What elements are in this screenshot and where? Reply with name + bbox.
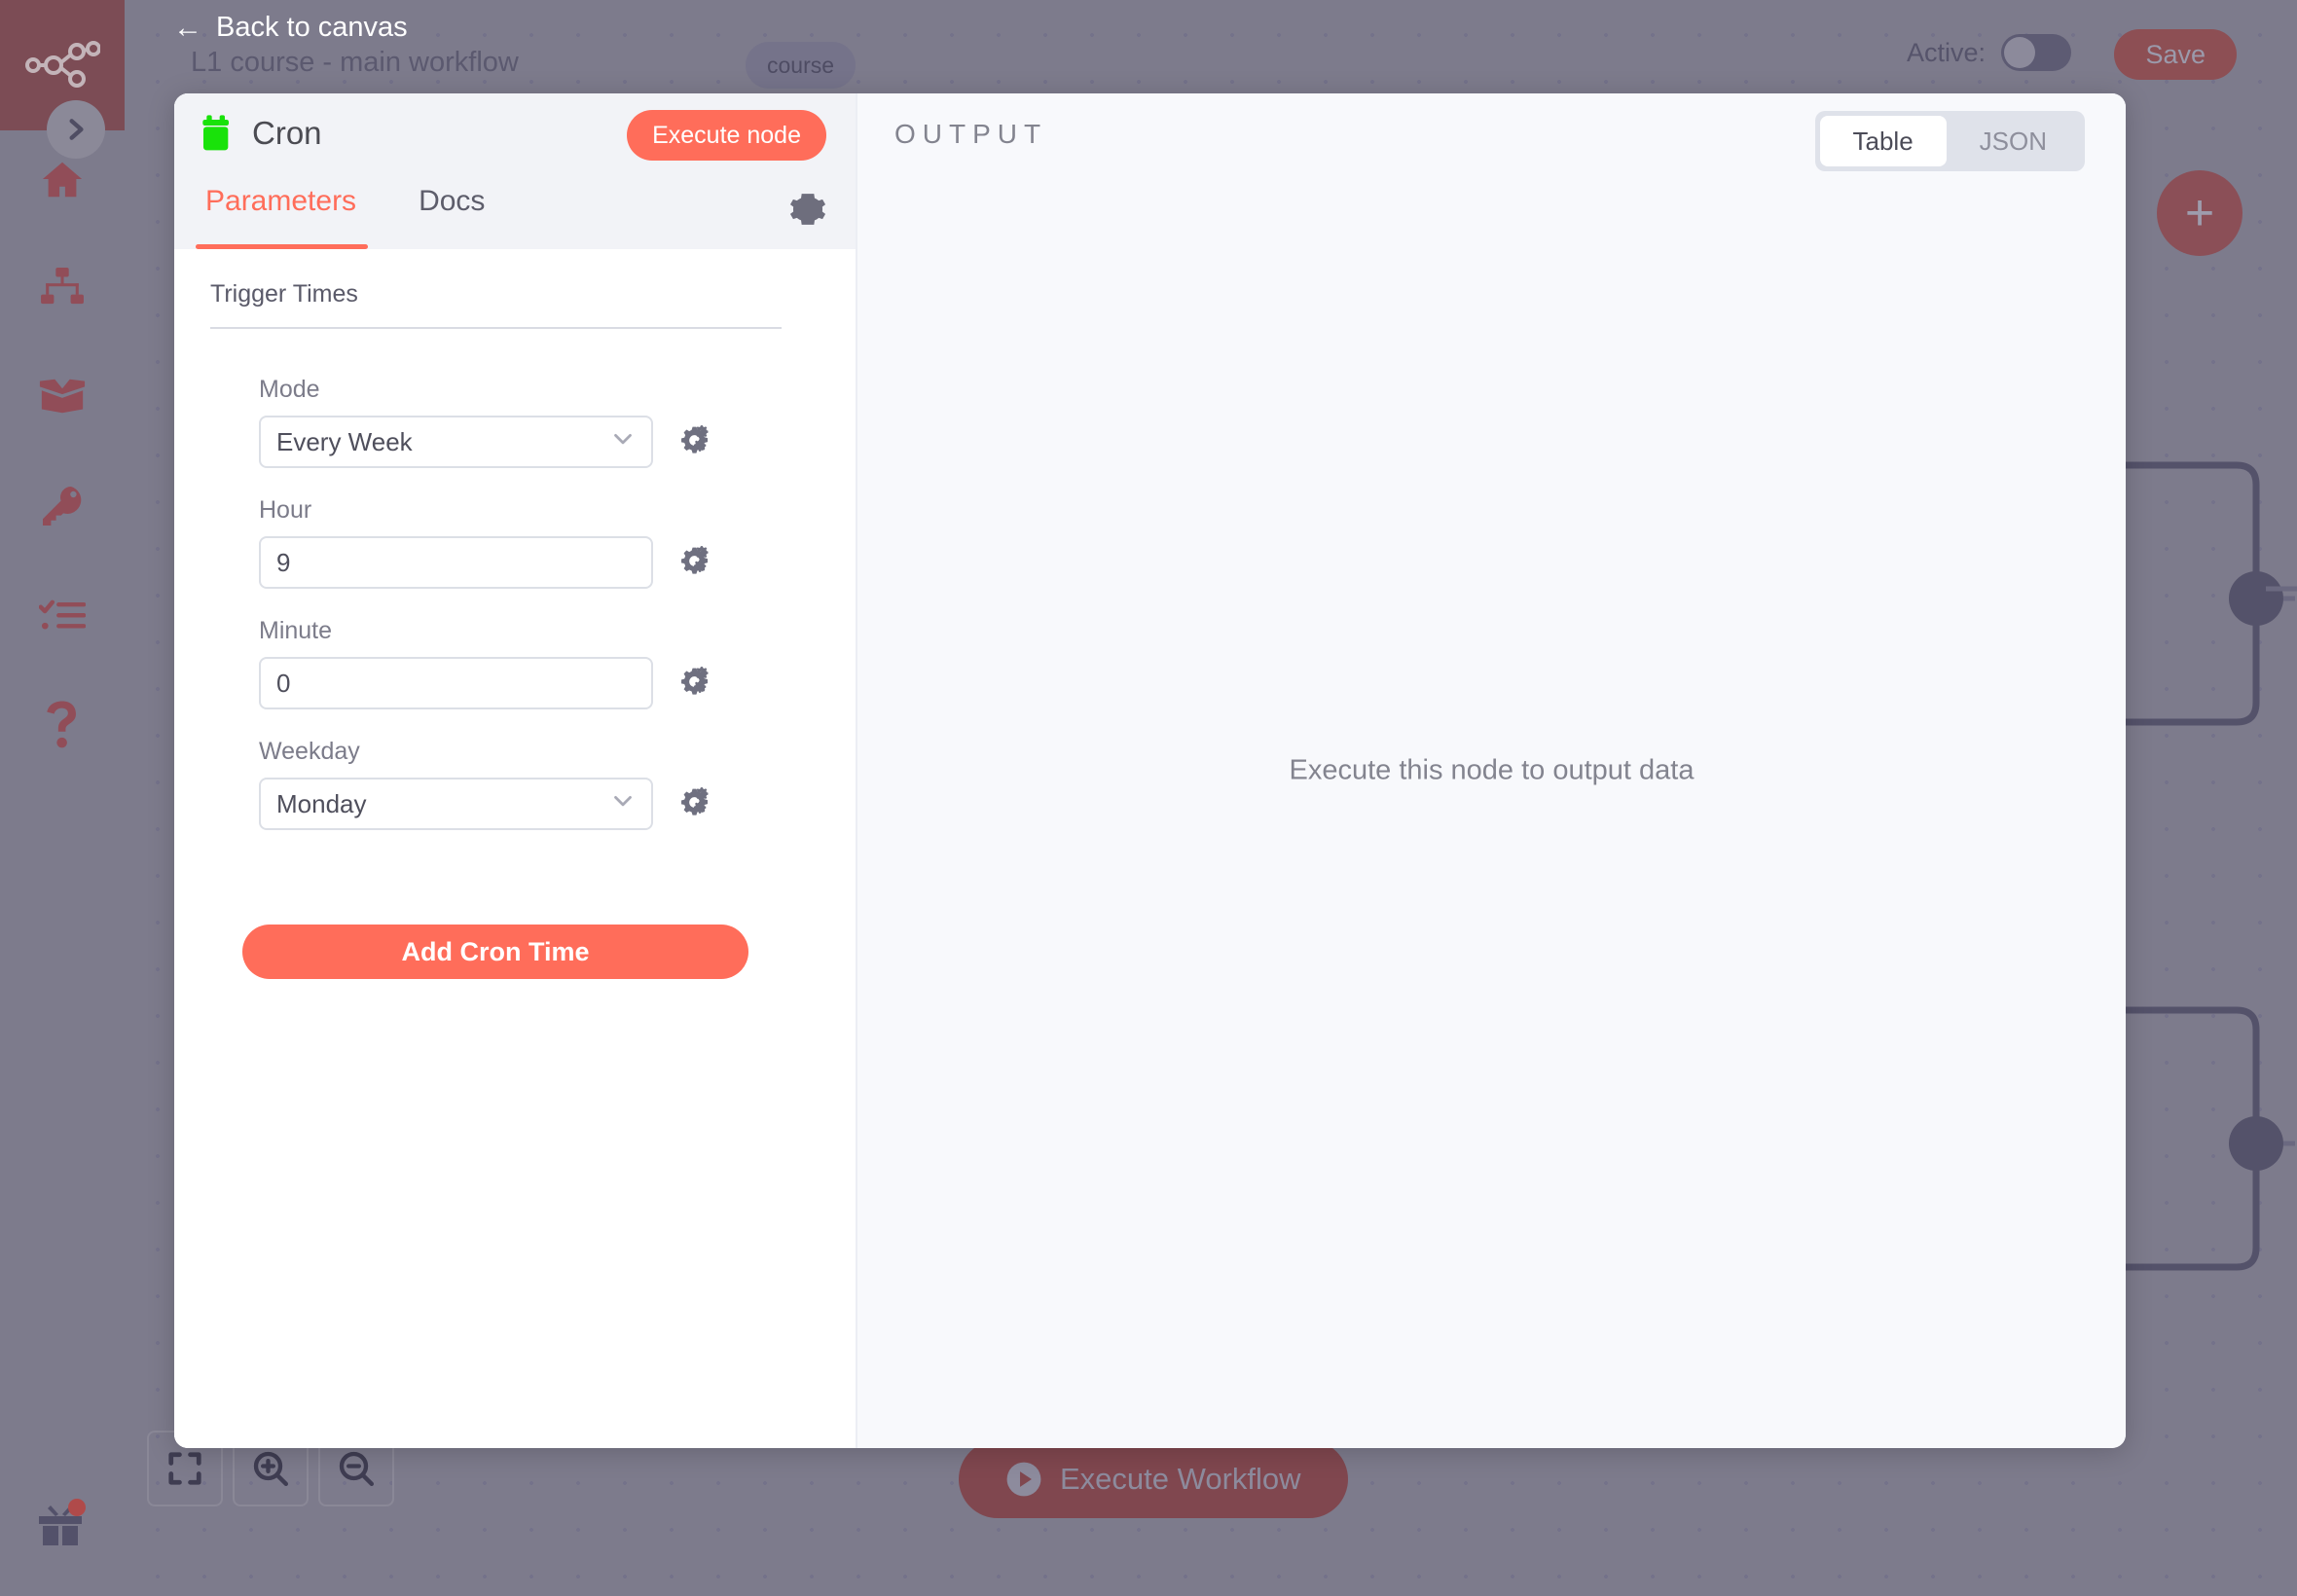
- display-mode-json[interactable]: JSON: [1947, 116, 2080, 166]
- left-sidebar: [0, 0, 125, 1596]
- mode-select[interactable]: Every Week: [259, 416, 653, 468]
- sitemap-icon: [41, 267, 84, 305]
- workflow-name[interactable]: L1 course - main workflow: [191, 47, 519, 79]
- display-mode-table[interactable]: Table: [1819, 116, 1947, 166]
- gift-notification-badge: [68, 1499, 86, 1516]
- sidebar-item-workflows[interactable]: [0, 258, 125, 316]
- sidebar-item-executions[interactable]: [0, 587, 125, 645]
- hour-options-cogs-icon[interactable]: [678, 544, 711, 582]
- execute-workflow-label: Execute Workflow: [1060, 1462, 1301, 1496]
- ndv-tabs: Parameters Docs: [174, 177, 856, 249]
- section-divider: [210, 327, 782, 329]
- box-open-icon: [39, 379, 86, 414]
- output-display-mode-toggle: Table JSON: [1814, 111, 2085, 171]
- key-icon: [43, 487, 82, 526]
- active-toggle-knob: [2004, 37, 2035, 68]
- arrow-left-icon: ←: [173, 11, 202, 44]
- tab-parameters[interactable]: Parameters: [195, 177, 382, 249]
- active-toggle[interactable]: [2001, 34, 2071, 71]
- node-title: Cron: [252, 115, 322, 151]
- parameters-body: Trigger Times Mode Every Week Hour 9 Min…: [174, 249, 856, 1448]
- back-to-canvas-label: Back to canvas: [216, 12, 408, 43]
- play-circle-icon: [1006, 1462, 1041, 1497]
- output-title: OUTPUT: [894, 119, 1048, 149]
- sidebar-item-templates[interactable]: [0, 367, 125, 425]
- zoom-out-icon: [339, 1451, 374, 1486]
- connection-stub-right-upper: [2266, 586, 2297, 592]
- node-settings-gear-icon[interactable]: [789, 191, 826, 233]
- parameter-label-hour: Hour: [259, 496, 312, 524]
- add-cron-time-button[interactable]: Add Cron Time: [242, 925, 748, 979]
- output-empty-message: Execute this node to output data: [1289, 754, 1695, 786]
- weekday-select-value: Monday: [276, 788, 367, 818]
- minute-input-value: 0: [276, 668, 291, 698]
- weekday-select[interactable]: Monday: [259, 778, 653, 830]
- hour-input[interactable]: 9: [259, 536, 653, 589]
- cron-calendar-icon: [202, 115, 229, 151]
- sidebar-item-credentials[interactable]: [0, 477, 125, 535]
- mode-options-cogs-icon[interactable]: [678, 423, 711, 461]
- parameter-field-minute: Minute 0: [259, 617, 711, 709]
- execute-node-button[interactable]: Execute node: [627, 110, 826, 161]
- checklist-icon: [39, 599, 86, 630]
- node-header: Cron Execute node: [174, 93, 856, 177]
- add-node-button[interactable]: +: [2157, 170, 2242, 256]
- workflow-header: ← Back to canvas L1 course - main workfl…: [125, 0, 2297, 95]
- hour-input-value: 9: [276, 547, 291, 577]
- chevron-down-icon: [608, 424, 638, 460]
- sidebar-expand-chevron-right-icon[interactable]: [47, 100, 105, 159]
- mode-select-value: Every Week: [276, 426, 413, 456]
- question-mark-icon: [47, 701, 76, 748]
- fit-to-screen-icon: [168, 1452, 201, 1485]
- weekday-options-cogs-icon[interactable]: [678, 785, 711, 823]
- workflow-tag[interactable]: course: [746, 42, 857, 89]
- output-pane: OUTPUT Table JSON Execute this node to o…: [856, 93, 2126, 1448]
- node-details-view: Cron Execute node Parameters Docs Trigge…: [174, 93, 2126, 1448]
- plus-icon: +: [2184, 185, 2215, 241]
- parameter-field-mode: Mode Every Week: [259, 376, 711, 468]
- active-label: Active:: [1906, 37, 1986, 67]
- minute-options-cogs-icon[interactable]: [678, 665, 711, 703]
- node-title-wrap: Cron: [201, 115, 322, 152]
- parameter-label-weekday: Weekday: [259, 738, 360, 765]
- gift-icon[interactable]: [33, 1499, 88, 1553]
- parameter-field-hour: Hour 9: [259, 496, 711, 589]
- parameters-pane: Cron Execute node Parameters Docs Trigge…: [174, 93, 856, 1448]
- trigger-times-title: Trigger Times: [210, 280, 358, 308]
- chevron-down-icon: [608, 786, 638, 822]
- tab-docs[interactable]: Docs: [419, 177, 510, 249]
- zoom-in-icon: [253, 1451, 288, 1486]
- n8n-app-window: ← Back to canvas L1 course - main workfl…: [0, 0, 2297, 1596]
- parameter-label-mode: Mode: [259, 376, 320, 403]
- execute-workflow-button[interactable]: Execute Workflow: [959, 1440, 1348, 1518]
- sidebar-item-help[interactable]: [0, 696, 125, 754]
- workflow-active-control: Active:: [1907, 34, 2071, 71]
- sidebar-item-home[interactable]: [0, 151, 125, 209]
- home-icon: [42, 162, 83, 198]
- parameter-label-minute: Minute: [259, 617, 333, 644]
- minute-input[interactable]: 0: [259, 657, 653, 709]
- back-to-canvas-button[interactable]: ← Back to canvas: [173, 12, 408, 44]
- parameter-field-weekday: Weekday Monday: [259, 738, 711, 830]
- save-button[interactable]: Save: [2114, 29, 2237, 80]
